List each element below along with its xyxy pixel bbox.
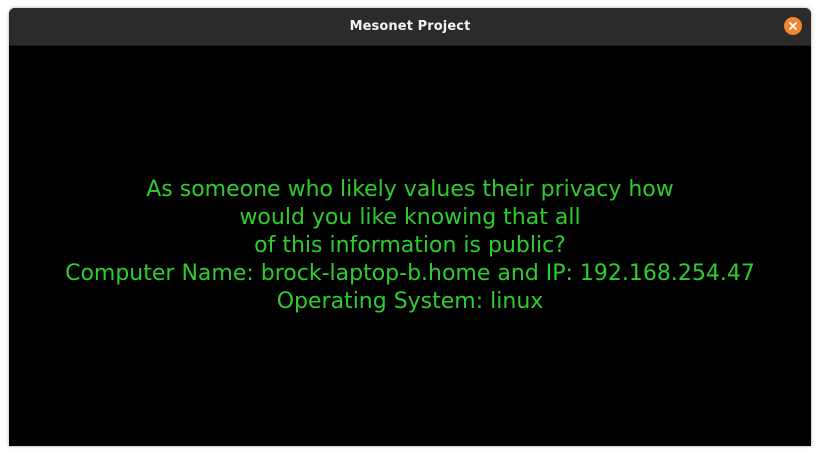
app-window: Mesonet Project As someone who likely va… [9, 8, 811, 446]
message-line: of this information is public? [254, 233, 566, 258]
message-line: As someone who likely values their priva… [146, 177, 674, 202]
privacy-message: As someone who likely values their priva… [9, 176, 811, 316]
title-bar[interactable]: Mesonet Project [9, 8, 811, 46]
computer-info-line: Computer Name: brock-laptop-b.home and I… [65, 261, 755, 286]
message-line: would you like knowing that all [239, 205, 581, 230]
window-title: Mesonet Project [349, 19, 471, 34]
close-icon [789, 22, 797, 30]
close-button[interactable] [784, 17, 802, 35]
content-area: As someone who likely values their priva… [9, 46, 811, 446]
os-info-line: Operating System: linux [276, 289, 544, 314]
